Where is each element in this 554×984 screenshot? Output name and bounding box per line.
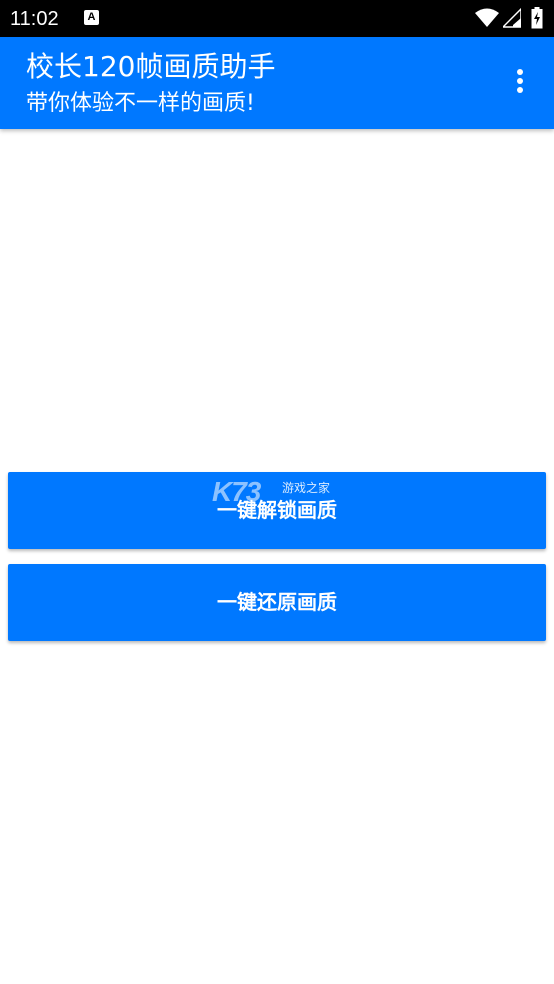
app-subtitle: 带你体验不一样的画质! [26,91,255,116]
restore-quality-button[interactable]: 一键还原画质 [8,564,546,641]
battery-charging-icon [531,7,543,29]
more-vert-icon[interactable] [504,61,536,101]
cell-signal-icon [503,8,521,28]
wifi-icon [475,8,499,27]
menu-dot [517,78,523,84]
status-bar: 11:02 A [0,0,554,37]
unlock-quality-button[interactable]: 一键解锁画质 [8,472,546,549]
notification-a-icon: A [84,10,99,25]
menu-dot [517,69,523,75]
app-title: 校长120帧画质助手 [26,50,276,83]
status-time: 11:02 [10,8,59,30]
menu-dot [517,87,523,93]
app-bar: 校长120帧画质助手 带你体验不一样的画质! [0,37,554,129]
